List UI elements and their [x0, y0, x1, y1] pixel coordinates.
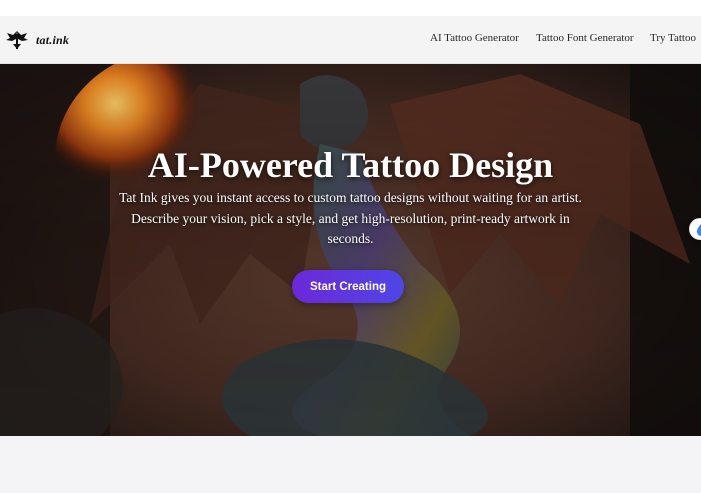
below-hero-section	[0, 436, 701, 493]
start-creating-button[interactable]: Start Creating	[292, 270, 404, 303]
nav-ai-tattoo-generator[interactable]: AI Tattoo Generator	[430, 32, 519, 44]
nav-tattoo-font-generator[interactable]: Tattoo Font Generator	[536, 32, 634, 44]
nav-links: AI Tattoo Generator Tattoo Font Generato…	[0, 16, 701, 64]
navbar: tat.ink AI Tattoo Generator Tattoo Font …	[0, 16, 701, 64]
nav-try-tattoo[interactable]: Try Tattoo	[650, 32, 696, 44]
droplet-icon	[696, 224, 701, 236]
hero-description: Tat Ink gives you instant access to cust…	[119, 190, 582, 246]
hero-overlay	[0, 64, 701, 436]
hero-section: AI-Powered Tattoo Design Tat Ink gives y…	[0, 64, 701, 436]
hero-title: AI-Powered Tattoo Design	[147, 145, 554, 185]
top-strip	[0, 0, 701, 16]
